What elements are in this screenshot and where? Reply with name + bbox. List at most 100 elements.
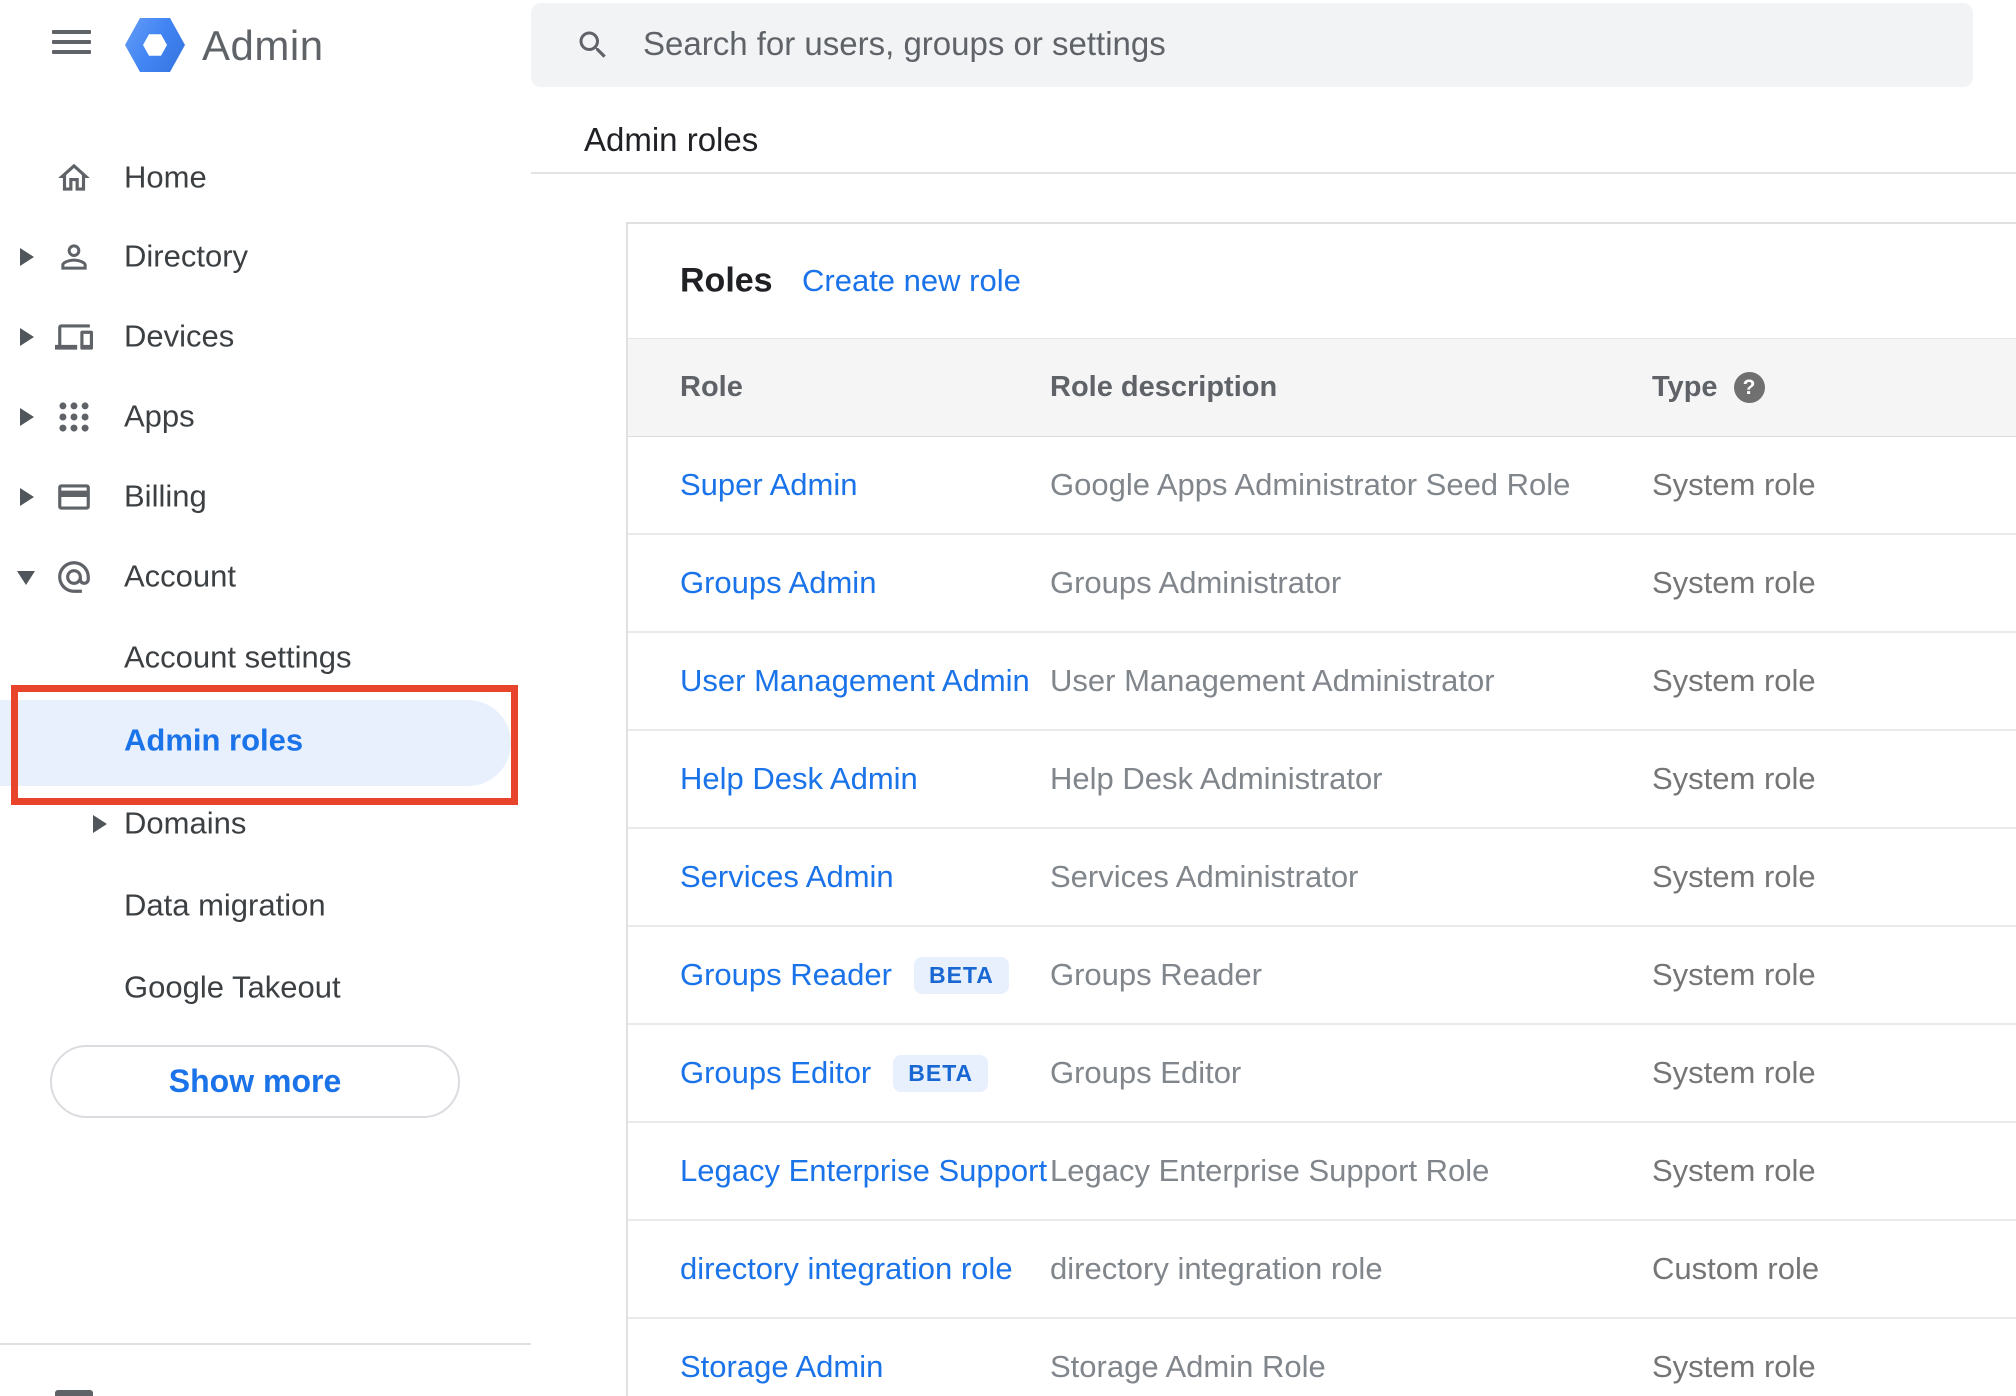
role-link[interactable]: User Management Admin	[680, 663, 1030, 699]
search-input[interactable]: Search for users, groups or settings	[531, 3, 1973, 87]
search-icon	[575, 27, 611, 63]
admin-logo-icon	[125, 18, 185, 72]
role-description-cell: User Management Administrator	[1050, 633, 1495, 729]
role-description-cell: directory integration role	[1050, 1221, 1383, 1317]
chevron-right-icon[interactable]	[20, 488, 34, 506]
sidebar-item-label: Directory	[124, 238, 249, 274]
role-type-cell: System role	[1652, 437, 1816, 533]
role-type: System role	[1652, 761, 1816, 796]
chevron-right-icon[interactable]	[20, 248, 34, 266]
table-row: Groups Editor BETA Groups Editor System rol…	[628, 1025, 2016, 1123]
chevron-right-icon[interactable]	[20, 408, 34, 426]
help-icon[interactable]: ?	[1733, 372, 1765, 403]
role-type: System role	[1652, 1153, 1816, 1188]
role-description-cell: Services Administrator	[1050, 829, 1358, 925]
role-description-cell: Storage Admin Role	[1050, 1319, 1326, 1396]
role-type-cell: Custom role	[1652, 1221, 1819, 1317]
sidebar-item-devices[interactable]: Devices	[0, 296, 531, 378]
chevron-down-icon[interactable]	[17, 571, 35, 585]
hamburger-menu-icon[interactable]	[52, 30, 91, 54]
role-type: System role	[1652, 467, 1816, 502]
role-type-cell: System role	[1652, 927, 1816, 1023]
home-icon	[55, 159, 93, 197]
role-description-cell: Google Apps Administrator Seed Role	[1050, 437, 1570, 533]
header-divider	[531, 172, 2016, 174]
sidebar-item-data-migration[interactable]: Data migration	[0, 865, 531, 947]
role-link[interactable]: directory integration role	[680, 1251, 1013, 1287]
role-description: Services Administrator	[1050, 859, 1359, 894]
sidebar-item-billing[interactable]: Billing	[0, 456, 531, 538]
sidebar-item-home[interactable]: Home	[0, 137, 531, 219]
role-description-cell: Legacy Enterprise Support Role	[1050, 1123, 1489, 1219]
sidebar-item-account-settings[interactable]: Account settings	[0, 617, 531, 699]
beta-badge: BETA	[913, 956, 1009, 994]
role-link[interactable]: Services Admin	[680, 859, 894, 895]
role-description: User Management Administrator	[1050, 663, 1495, 698]
role-type-cell: System role	[1652, 633, 1816, 729]
roles-panel: Roles Create new role Role Role descript…	[626, 222, 2016, 1396]
create-new-role-link[interactable]: Create new role	[802, 263, 1021, 299]
table-row: directory integration role directory inte…	[628, 1221, 2016, 1319]
sidebar-item-domains[interactable]: Domains	[0, 783, 531, 865]
role-description: Help Desk Administrator	[1050, 761, 1383, 796]
table-row: Groups Reader BETA Groups Reader System rol…	[628, 927, 2016, 1025]
person-icon	[55, 238, 93, 276]
table-row: Help Desk Admin Help Desk Administrator Sy…	[628, 731, 2016, 829]
role-description: Legacy Enterprise Support Role	[1050, 1153, 1490, 1188]
role-cell: Super Admin	[680, 437, 858, 533]
role-link[interactable]: Groups Reader	[680, 957, 892, 993]
role-cell: Legacy Enterprise Support	[680, 1123, 1047, 1219]
column-header-description: Role description	[1050, 371, 1278, 403]
sidebar-item-label: Devices	[124, 318, 235, 354]
sidebar-item-admin-roles[interactable]: Admin roles	[0, 700, 531, 782]
role-type-cell: System role	[1652, 1319, 1816, 1396]
table-row: Groups Admin Groups Administrator System r…	[628, 535, 2016, 633]
chevron-right-icon[interactable]	[93, 815, 107, 833]
sidebar-item-account[interactable]: Account	[0, 536, 531, 618]
panel-title: Roles	[680, 261, 773, 300]
brand-title: Admin	[202, 22, 324, 69]
role-cell: Services Admin	[680, 829, 894, 925]
search-placeholder: Search for users, groups or settings	[643, 25, 1166, 63]
sidebar-item-label: Data migration	[124, 887, 326, 923]
role-cell: directory integration role	[680, 1221, 1013, 1317]
sidebar-item-label: Apps	[124, 398, 195, 434]
table-row: User Management Admin User Management Adm…	[628, 633, 2016, 731]
role-link[interactable]: Storage Admin	[680, 1349, 883, 1385]
role-type-cell: System role	[1652, 535, 1816, 631]
beta-badge: BETA	[893, 1054, 989, 1092]
role-link[interactable]: Super Admin	[680, 467, 858, 503]
role-link[interactable]: Legacy Enterprise Support	[680, 1153, 1047, 1189]
role-link[interactable]: Groups Admin	[680, 565, 876, 601]
role-link[interactable]: Help Desk Admin	[680, 761, 918, 797]
roles-panel-header: Roles Create new role	[628, 224, 2016, 338]
role-description: Storage Admin Role	[1050, 1349, 1326, 1384]
role-type: System role	[1652, 957, 1816, 992]
role-description-cell: Groups Administrator	[1050, 535, 1341, 631]
role-cell: Help Desk Admin	[680, 731, 918, 827]
table-row: Super Admin Google Apps Administrator See…	[628, 437, 2016, 535]
role-type: System role	[1652, 663, 1816, 698]
chevron-right-icon[interactable]	[20, 328, 34, 346]
sidebar-item-directory[interactable]: Directory	[0, 216, 531, 298]
credit-card-icon	[55, 478, 93, 516]
sidebar-item-apps[interactable]: Apps	[0, 376, 531, 458]
role-cell: Groups Editor BETA	[680, 1025, 989, 1121]
show-more-button[interactable]: Show more	[50, 1045, 460, 1118]
apps-grid-icon	[55, 398, 93, 436]
sidebar: Admin Home Directory Devices Apps Billing Acc…	[0, 0, 531, 1396]
sidebar-item-label: Billing	[124, 478, 207, 514]
role-link[interactable]: Groups Editor	[680, 1055, 871, 1091]
role-type-cell: System role	[1652, 1123, 1816, 1219]
role-cell: Groups Admin	[680, 535, 876, 631]
sidebar-item-label: Google Takeout	[124, 969, 341, 1005]
role-description: Groups Editor	[1050, 1055, 1242, 1090]
sidebar-item-google-takeout[interactable]: Google Takeout	[0, 947, 531, 1029]
devices-icon	[55, 318, 93, 356]
role-type-cell: System role	[1652, 1025, 1816, 1121]
role-description: Groups Administrator	[1050, 565, 1342, 600]
sidebar-item-label: Home	[124, 159, 207, 195]
sidebar-item-label: Domains	[124, 805, 247, 841]
role-type: System role	[1652, 859, 1816, 894]
role-cell: User Management Admin	[680, 633, 1030, 729]
